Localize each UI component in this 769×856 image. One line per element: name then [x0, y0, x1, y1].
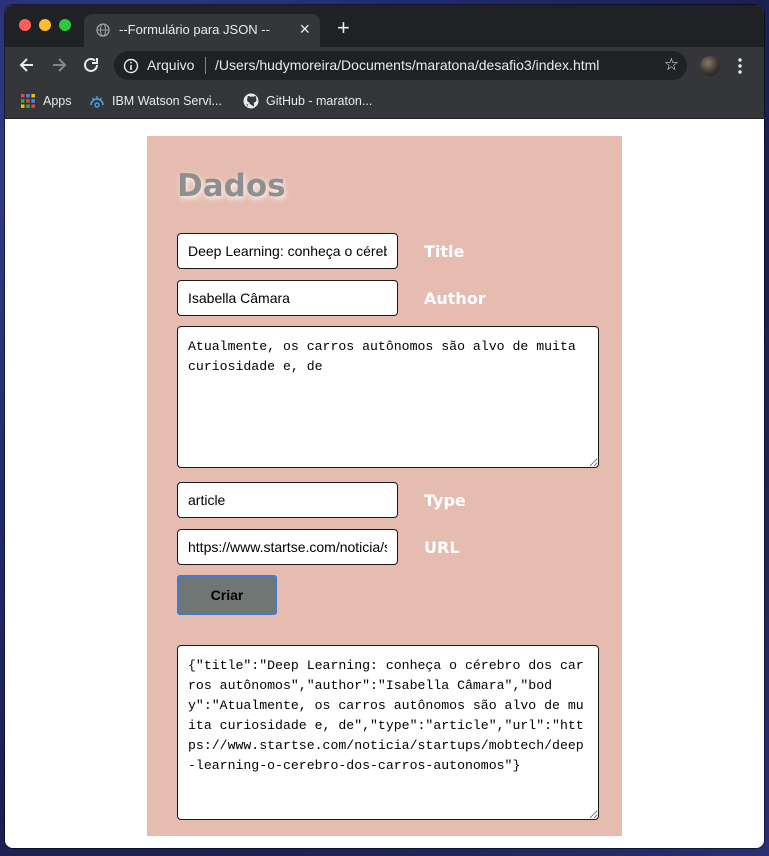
browser-window: --Formulário para JSON -- × + Arquivo /U… — [5, 5, 764, 848]
minimize-window-button[interactable] — [39, 19, 51, 31]
close-tab-icon[interactable]: × — [299, 19, 310, 39]
menu-kebab-icon[interactable] — [738, 56, 742, 76]
author-input[interactable] — [177, 280, 398, 316]
url-input[interactable] — [177, 529, 398, 565]
forward-arrow-icon[interactable] — [49, 55, 69, 75]
back-arrow-icon[interactable] — [17, 55, 37, 75]
info-icon[interactable] — [123, 58, 139, 74]
ibm-watson-icon — [90, 96, 104, 108]
tab-strip: --Formulário para JSON -- × + — [5, 5, 764, 47]
bookmark-label: Apps — [43, 94, 72, 108]
address-bar[interactable]: Arquivo /Users/hudymoreira/Documents/mar… — [114, 51, 687, 80]
profile-avatar[interactable] — [700, 56, 720, 76]
form-panel: Dados Title Author Atualmente, os carros… — [147, 136, 622, 836]
title-label: Title — [424, 242, 465, 261]
bookmark-label: IBM Watson Servi... — [112, 94, 222, 108]
author-label: Author — [424, 289, 486, 308]
bookmark-label: GitHub - maraton... — [266, 94, 373, 108]
bookmark-star-icon[interactable]: ☆ — [664, 55, 679, 75]
new-tab-icon[interactable]: + — [337, 17, 350, 39]
github-icon — [243, 93, 259, 109]
type-label: Type — [424, 491, 466, 510]
body-textarea[interactable]: Atualmente, os carros autônomos são alvo… — [177, 326, 599, 468]
reload-icon[interactable] — [81, 55, 101, 75]
json-output-textarea[interactable]: {"title":"Deep Learning: conheça o céreb… — [177, 645, 599, 820]
page-title: Dados — [177, 168, 286, 204]
browser-toolbar: Arquivo /Users/hudymoreira/Documents/mar… — [5, 47, 764, 84]
active-tab[interactable]: --Formulário para JSON -- × — [84, 14, 320, 47]
globe-icon — [96, 23, 110, 37]
url-label: URL — [424, 538, 460, 557]
address-url[interactable]: /Users/hudymoreira/Documents/maratona/de… — [215, 57, 599, 73]
bookmarks-bar: Apps IBM Watson Servi... GitHub - marato… — [5, 84, 764, 119]
scheme-label: Arquivo — [147, 57, 195, 73]
close-window-button[interactable] — [19, 19, 31, 31]
title-input[interactable] — [177, 233, 398, 269]
tab-title: --Formulário para JSON -- — [119, 22, 270, 37]
apps-grid-icon — [21, 94, 35, 108]
type-input[interactable] — [177, 482, 398, 518]
address-separator — [205, 57, 206, 74]
maximize-window-button[interactable] — [59, 19, 71, 31]
criar-button[interactable]: Criar — [177, 575, 277, 615]
page-content: Dados Title Author Atualmente, os carros… — [5, 119, 764, 848]
